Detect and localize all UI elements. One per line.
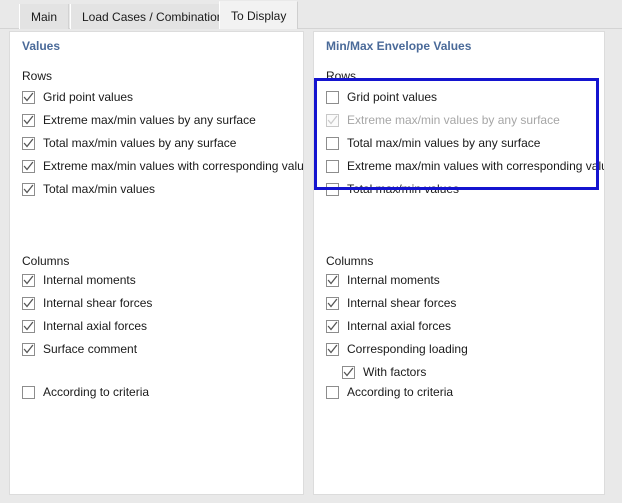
left-columns-group-label: Columns: [22, 254, 69, 268]
right-rows-group-label: Rows: [326, 69, 356, 83]
checkbox-box: [326, 343, 339, 356]
checkbox-box: [22, 386, 35, 399]
checkbox-label: According to criteria: [347, 385, 453, 399]
checkbox-box: [326, 91, 339, 104]
left-columns-checkbox-internal-moments[interactable]: Internal moments: [22, 272, 136, 288]
checkmark-icon: [327, 321, 338, 332]
checkbox-label: Internal moments: [347, 273, 440, 287]
checkbox-label: According to criteria: [43, 385, 149, 399]
left-columns-checkbox-surface-comment[interactable]: Surface comment: [22, 341, 137, 357]
tab-main-label: Main: [31, 10, 57, 24]
right-columns-checkbox-internal-moments[interactable]: Internal moments: [326, 272, 440, 288]
checkbox-label: Extreme max/min values by any surface: [43, 113, 256, 127]
minmax-envelope-panel: Min/Max Envelope Values Rows Grid point …: [313, 31, 605, 495]
right-columns-checkbox-internal-axial-forces[interactable]: Internal axial forces: [326, 318, 451, 334]
checkbox-label: Total max/min values: [347, 182, 459, 196]
right-columns-group-label: Columns: [326, 254, 373, 268]
checkbox-box: [22, 320, 35, 333]
checkbox-label: Extreme max/min values with correspondin…: [43, 159, 304, 173]
right-rows-checkbox-grid-point-values[interactable]: Grid point values: [326, 89, 437, 105]
checkbox-label: Surface comment: [43, 342, 137, 356]
checkmark-icon: [327, 298, 338, 309]
left-columns-checkbox-internal-axial-forces[interactable]: Internal axial forces: [22, 318, 147, 334]
left-rows-checkbox-extreme-max-min-values-by-any-surface[interactable]: Extreme max/min values by any surface: [22, 112, 256, 128]
checkbox-box: [22, 137, 35, 150]
values-panel: Values Rows Grid point values Extreme max…: [9, 31, 304, 495]
checkmark-icon: [23, 138, 34, 149]
checkbox-box: [326, 274, 339, 287]
checkbox-box: [326, 137, 339, 150]
checkbox-box: [22, 91, 35, 104]
checkbox-box: [342, 366, 355, 379]
tab-strip: Main Load Cases / Combinations To Displa…: [0, 0, 622, 29]
checkmark-icon: [23, 161, 34, 172]
left-rows-checkbox-total-max-min-values-by-any-surface[interactable]: Total max/min values by any surface: [22, 135, 236, 151]
left-columns-checkbox-internal-shear-forces[interactable]: Internal shear forces: [22, 295, 152, 311]
checkmark-icon: [23, 275, 34, 286]
values-panel-title: Values: [22, 39, 60, 53]
checkbox-box: [22, 183, 35, 196]
checkbox-label: Extreme max/min values with correspondin…: [347, 159, 605, 173]
checkbox-box: [326, 297, 339, 310]
checkmark-icon: [23, 115, 34, 126]
left-according-to-criteria-checkbox[interactable]: According to criteria: [22, 384, 149, 400]
right-according-to-criteria-checkbox[interactable]: According to criteria: [326, 384, 453, 400]
left-rows-checkbox-extreme-max-min-values-with-corresponding-values[interactable]: Extreme max/min values with correspondin…: [22, 158, 304, 174]
checkbox-box: [22, 343, 35, 356]
tab-load-cases-combinations-label: Load Cases / Combinations: [82, 10, 229, 24]
right-rows-checkbox-extreme-max-min-values-with-corresponding-values[interactable]: Extreme max/min values with correspondin…: [326, 158, 605, 174]
left-rows-group-label: Rows: [22, 69, 52, 83]
checkbox-box: [326, 114, 339, 127]
checkbox-label: With factors: [363, 365, 426, 379]
checkbox-box: [326, 320, 339, 333]
checkbox-label: Internal moments: [43, 273, 136, 287]
checkbox-label: Total max/min values by any surface: [347, 136, 540, 150]
checkmark-icon: [343, 367, 354, 378]
checkmark-icon: [23, 298, 34, 309]
checkbox-label: Internal axial forces: [43, 319, 147, 333]
right-rows-checkbox-total-max-min-values-by-any-surface[interactable]: Total max/min values by any surface: [326, 135, 540, 151]
checkmark-icon: [327, 344, 338, 355]
right-columns-checkbox-internal-shear-forces[interactable]: Internal shear forces: [326, 295, 456, 311]
checkbox-box: [22, 160, 35, 173]
checkbox-label: Grid point values: [347, 90, 437, 104]
checkbox-label: Extreme max/min values by any surface: [347, 113, 560, 127]
checkmark-icon: [327, 275, 338, 286]
checkbox-box: [326, 386, 339, 399]
checkmark-icon: [23, 92, 34, 103]
checkbox-label: Grid point values: [43, 90, 133, 104]
right-columns-checkbox-with-factors[interactable]: With factors: [342, 364, 426, 380]
checkbox-box: [22, 297, 35, 310]
tab-to-display[interactable]: To Display: [219, 1, 298, 29]
checkmark-icon: [23, 321, 34, 332]
right-columns-checkbox-corresponding-loading[interactable]: Corresponding loading: [326, 341, 468, 357]
checkbox-box: [326, 160, 339, 173]
checkmark-icon: [23, 344, 34, 355]
checkbox-box: [22, 114, 35, 127]
left-rows-checkbox-total-max-min-values[interactable]: Total max/min values: [22, 181, 155, 197]
checkbox-box: [326, 183, 339, 196]
checkmark-icon: [23, 184, 34, 195]
checkbox-label: Internal shear forces: [347, 296, 456, 310]
tab-main[interactable]: Main: [19, 4, 69, 29]
checkbox-label: Total max/min values: [43, 182, 155, 196]
checkbox-label: Total max/min values by any surface: [43, 136, 236, 150]
right-rows-checkbox-total-max-min-values[interactable]: Total max/min values: [326, 181, 459, 197]
checkbox-box: [22, 274, 35, 287]
tab-load-cases-combinations[interactable]: Load Cases / Combinations: [70, 4, 241, 29]
checkmark-icon: [327, 115, 338, 126]
right-rows-checkbox-extreme-max-min-values-by-any-surface: Extreme max/min values by any surface: [326, 112, 560, 128]
left-rows-checkbox-grid-point-values[interactable]: Grid point values: [22, 89, 133, 105]
checkbox-label: Internal axial forces: [347, 319, 451, 333]
checkbox-label: Corresponding loading: [347, 342, 468, 356]
tab-to-display-label: To Display: [231, 9, 286, 23]
checkbox-label: Internal shear forces: [43, 296, 152, 310]
minmax-envelope-panel-title: Min/Max Envelope Values: [326, 39, 471, 53]
